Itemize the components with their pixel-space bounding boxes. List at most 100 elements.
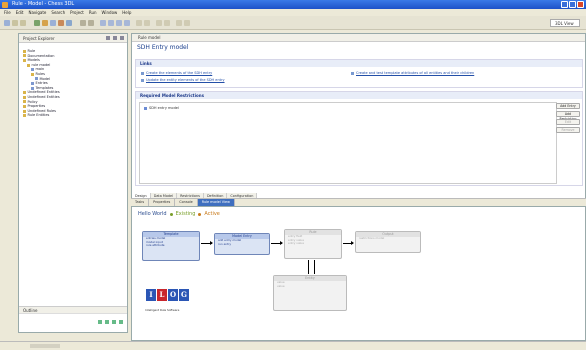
list-item[interactable]: SDH entry model <box>144 106 179 110</box>
bullet-icon <box>351 71 354 75</box>
output-node[interactable]: Output restrictions model <box>355 231 421 253</box>
refresh-icon[interactable] <box>176 20 182 26</box>
folder-icon <box>23 91 26 95</box>
window-title: Rule - Model - Chess 3DL <box>12 1 75 7</box>
project-tree: Rule Documentation Models rule model mai… <box>19 43 127 124</box>
folder-icon <box>23 109 26 113</box>
logo-caption: Intelligent Rule Software <box>145 308 180 312</box>
entity-icon[interactable] <box>116 20 122 26</box>
build-icon[interactable] <box>50 20 56 26</box>
main-toolbar: 3DL View <box>0 16 586 30</box>
links-section: Links Create the elements of the SDH ent… <box>135 59 583 88</box>
rule-icon[interactable] <box>100 20 106 26</box>
menu-bar: File Edit Navigate Search Project Run Wi… <box>0 9 586 16</box>
editor-tab[interactable]: Rule model <box>132 34 585 42</box>
run-icon[interactable] <box>34 20 40 26</box>
tab-tasks[interactable]: Tasks <box>131 199 150 206</box>
requirements-list[interactable]: SDH entry model <box>139 102 557 184</box>
zoom-in-icon[interactable] <box>156 20 162 26</box>
menu-window[interactable]: Window <box>102 9 118 16</box>
print-icon[interactable] <box>20 20 26 26</box>
menu-file[interactable]: File <box>4 9 11 16</box>
link-item[interactable]: Create and test template attributes of a… <box>351 71 474 75</box>
menu-navigate[interactable]: Navigate <box>28 9 46 16</box>
back-icon[interactable] <box>80 20 86 26</box>
file-icon <box>35 77 38 81</box>
folder-icon <box>23 95 26 99</box>
links-heading[interactable]: Links <box>136 60 582 67</box>
model-diagram-canvas[interactable]: Hello World Existing Active Template ent… <box>131 206 586 341</box>
active-legend-icon <box>198 212 202 216</box>
folder-icon <box>23 49 26 53</box>
diagram-title: Hello World Existing Active <box>138 211 220 217</box>
folder-icon <box>23 58 26 62</box>
application-window: Rule - Model - Chess 3DL File Edit Navig… <box>0 0 586 350</box>
collapse-all-icon[interactable] <box>106 36 110 40</box>
menu-edit[interactable]: Edit <box>16 9 24 16</box>
connector-arrow <box>343 241 354 245</box>
model-icon[interactable] <box>108 20 114 26</box>
redo-icon[interactable] <box>144 20 150 26</box>
link-item[interactable]: Create the elements of the SDH entry <box>141 71 212 75</box>
remove-button[interactable]: Remove <box>556 127 580 133</box>
connector-arrow <box>201 241 213 245</box>
tree-node[interactable]: Rule Entities <box>23 113 123 118</box>
file-icon <box>31 86 34 90</box>
undo-icon[interactable] <box>136 20 142 26</box>
perspective-switcher[interactable]: 3DL View <box>550 19 580 27</box>
hide-fields-icon[interactable] <box>112 320 116 324</box>
tab-properties[interactable]: Properties <box>149 199 176 206</box>
maximize-button[interactable] <box>569 1 576 8</box>
add-restriction-button[interactable]: Add Restriction <box>556 111 580 121</box>
property-icon[interactable] <box>124 20 130 26</box>
sort-icon[interactable] <box>98 320 102 324</box>
views-tabbar: Tasks Properties Console Rule model View <box>131 198 586 206</box>
folder-icon <box>23 114 26 118</box>
folder-icon <box>23 104 26 108</box>
hide-static-icon[interactable] <box>119 320 123 324</box>
entity-node[interactable]: Entity value value <box>273 275 347 311</box>
outline-tab[interactable]: Outline <box>19 307 127 314</box>
logo-letter: G <box>179 289 189 301</box>
settings-icon[interactable] <box>184 20 190 26</box>
status-bar <box>0 341 586 350</box>
filter-icon[interactable] <box>105 320 109 324</box>
file-icon <box>31 68 34 72</box>
model-icon <box>144 106 147 110</box>
stop-icon[interactable] <box>58 20 64 26</box>
debug-icon[interactable] <box>42 20 48 26</box>
page-title: SDH Entry model <box>137 44 189 51</box>
folder-icon <box>27 63 30 67</box>
connector-arrow <box>308 260 309 274</box>
connector-arrow <box>271 241 283 245</box>
forward-icon[interactable] <box>88 20 94 26</box>
bullet-icon <box>141 71 144 75</box>
edit-button[interactable]: Edit <box>556 119 580 125</box>
connector-arrow <box>314 260 315 274</box>
template-node[interactable]: Template entries model model input rule … <box>142 231 200 261</box>
menu-project[interactable]: Project <box>70 9 84 16</box>
save-icon[interactable] <box>12 20 18 26</box>
view-menu-icon[interactable] <box>120 36 124 40</box>
minimize-button[interactable] <box>561 1 568 8</box>
existing-legend-icon <box>169 212 173 216</box>
bullet-icon <box>141 78 144 82</box>
requirements-section: Required Model Restrictions SDH entry mo… <box>135 91 583 186</box>
model-entry-node[interactable]: Model Entry add entry model run entry <box>214 233 270 255</box>
menu-search[interactable]: Search <box>51 9 65 16</box>
rule-node[interactable]: Rule entry field entry value entry value <box>284 229 342 259</box>
requirements-heading[interactable]: Required Model Restrictions <box>136 92 582 99</box>
project-explorer: Project Explorer Rule Documentation Mode… <box>18 33 128 333</box>
add-entry-button[interactable]: Add Entry <box>556 103 580 109</box>
menu-run[interactable]: Run <box>89 9 97 16</box>
link-editor-icon[interactable] <box>113 36 117 40</box>
close-button[interactable] <box>577 1 584 8</box>
search-icon[interactable] <box>66 20 72 26</box>
tab-console[interactable]: Console <box>175 199 198 206</box>
zoom-out-icon[interactable] <box>164 20 170 26</box>
tab-rule-model-view[interactable]: Rule model View <box>197 199 235 206</box>
rule-editor: Rule model SDH Entry model Links Create … <box>131 33 586 206</box>
link-item[interactable]: Update the entity elements of the SDH en… <box>141 78 225 82</box>
new-icon[interactable] <box>4 20 10 26</box>
menu-help[interactable]: Help <box>122 9 131 16</box>
